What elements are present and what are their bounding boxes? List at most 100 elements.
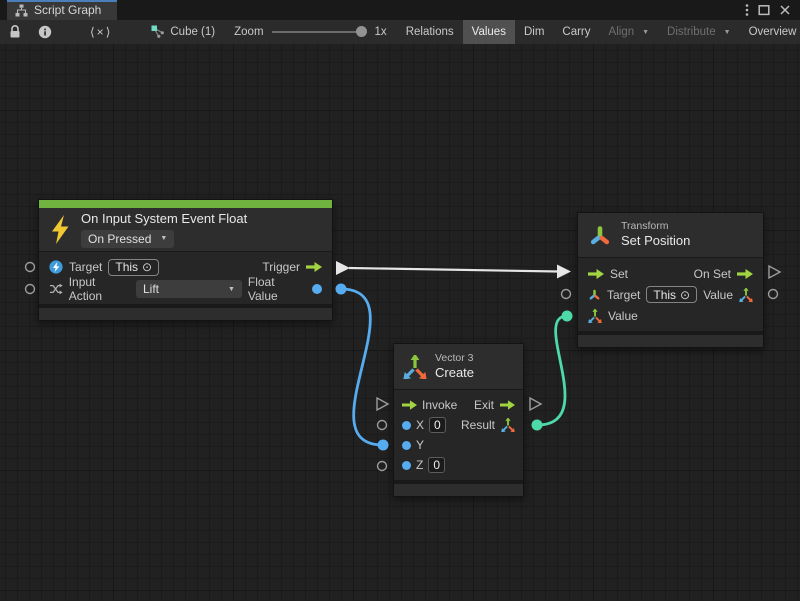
set-port-connected[interactable] (557, 265, 571, 279)
info-button[interactable] (30, 20, 60, 44)
script-graph-window: Script Graph (0, 0, 800, 601)
chevron-down-icon: ▼ (642, 29, 649, 36)
object-picker-icon: ⊙ (680, 288, 690, 302)
flow-arrow-icon (500, 400, 515, 410)
float-port-dot[interactable] (312, 284, 322, 294)
node-body: Set On Set Target (578, 258, 763, 331)
result-output-label: Result (461, 418, 495, 432)
overview-button[interactable]: Overview (740, 20, 800, 44)
invoke-port-empty[interactable] (377, 398, 388, 410)
window-controls (745, 0, 800, 20)
node-type-label: Vector 3 (435, 352, 474, 365)
overview-label: Overview (749, 26, 797, 38)
invoke-input-label: Invoke (422, 398, 457, 412)
node-transform-set-position[interactable]: Transform Set Position Set On Set (577, 212, 764, 348)
node-body: Target This ⊙ Trigger (39, 252, 332, 304)
lock-button[interactable] (0, 20, 30, 44)
y-port-dot[interactable] (402, 441, 411, 450)
node-header[interactable]: On Input System Event Float On Pressed ▼ (39, 208, 332, 252)
close-icon[interactable] (779, 4, 791, 16)
onset-output-label: On Set (694, 267, 731, 281)
event-mode-value: On Pressed (88, 232, 151, 247)
zoom-slider-track (272, 31, 367, 33)
target-port-empty[interactable] (26, 263, 35, 272)
distribute-button[interactable]: Distribute ▼ (658, 20, 740, 44)
relations-button[interactable]: Relations (397, 20, 463, 44)
graph-reference-button[interactable]: Cube (1) (142, 20, 224, 44)
value-in-port-connected[interactable] (562, 311, 573, 322)
onset-port-empty[interactable] (769, 266, 780, 278)
port-row-invoke-exit: Invoke Exit (394, 395, 523, 415)
graph-canvas[interactable]: On Input System Event Float On Pressed ▼… (0, 44, 800, 601)
x-port-empty[interactable] (378, 421, 387, 430)
carry-button[interactable]: Carry (553, 20, 599, 44)
zoom-slider-handle[interactable] (356, 26, 367, 37)
target-object-field[interactable]: This ⊙ (108, 259, 159, 276)
wire-trigger-to-set[interactable] (349, 268, 558, 272)
code-preview-button[interactable]: ⟨×⟩ (60, 20, 142, 44)
target-object-field[interactable]: This ⊙ (646, 286, 697, 303)
distribute-label: Distribute (667, 26, 716, 38)
target-object-value: This (653, 288, 676, 302)
port-row-z: Z 0 (394, 455, 523, 475)
trigger-port-connected[interactable] (336, 261, 350, 275)
node-title: On Input System Event Float (81, 211, 247, 227)
node-footer (394, 483, 523, 496)
port-row-x-result: X 0 Result (394, 415, 523, 435)
node-footer (578, 334, 763, 347)
script-graph-icon (15, 4, 28, 17)
vector3-mini-icon (739, 288, 753, 302)
port-row-y: Y (394, 435, 523, 455)
z-input-label: Z (416, 458, 423, 472)
tab-script-graph[interactable]: Script Graph (7, 0, 117, 20)
values-button[interactable]: Values (463, 20, 515, 44)
dim-label: Dim (524, 26, 544, 38)
float-value-output-label: Float Value (248, 275, 306, 303)
node-header[interactable]: Vector 3 Create (394, 344, 523, 390)
node-vector3-create[interactable]: Vector 3 Create Invoke Exit (393, 343, 524, 497)
inputaction-port-empty[interactable] (26, 285, 35, 294)
z-port-dot[interactable] (402, 461, 411, 470)
x-value-field[interactable]: 0 (429, 417, 446, 433)
target-object-value: This (115, 260, 138, 274)
transform-target-port-empty[interactable] (562, 290, 571, 299)
trigger-output-label: Trigger (262, 260, 300, 274)
graph-toolbar: ⟨×⟩ Cube (1) Zoom 1x Relations Values (0, 20, 800, 44)
vector3-icon (403, 355, 427, 379)
tab-bar: Script Graph (0, 0, 800, 20)
align-button[interactable]: Align ▼ (600, 20, 659, 44)
menu-icon[interactable] (745, 3, 749, 17)
floatvalue-port-connected[interactable] (336, 284, 347, 295)
flow-arrow-icon (306, 262, 322, 272)
code-icon: ⟨×⟩ (90, 25, 112, 39)
input-action-value: Lift (143, 282, 159, 296)
maximize-icon[interactable] (758, 4, 770, 16)
node-on-input-system-event-float[interactable]: On Input System Event Float On Pressed ▼… (38, 199, 333, 321)
event-mode-dropdown[interactable]: On Pressed ▼ (81, 230, 174, 248)
zoom-slider[interactable] (272, 26, 367, 38)
input-action-label: Input Action (69, 275, 130, 303)
value-out-port-empty[interactable] (769, 290, 778, 299)
wire-floatvalue-to-y[interactable] (341, 289, 383, 445)
exit-port-empty[interactable] (530, 398, 541, 410)
align-label: Align (609, 26, 635, 38)
exit-output-label: Exit (474, 398, 494, 412)
zoom-label: Zoom (234, 26, 263, 38)
lock-icon (7, 24, 23, 40)
y-port-connected[interactable] (378, 440, 389, 451)
chevron-down-icon: ▼ (724, 29, 731, 36)
result-port-connected[interactable] (532, 420, 543, 431)
port-row-target-value: Target This ⊙ Value (578, 284, 763, 305)
graph-node-icon (151, 25, 165, 39)
input-action-dropdown[interactable]: Lift ▼ (136, 280, 242, 298)
node-header[interactable]: Transform Set Position (578, 213, 763, 258)
value-input-label: Value (608, 309, 638, 323)
flow-arrow-icon (737, 269, 753, 279)
dim-button[interactable]: Dim (515, 20, 553, 44)
node-title: Create (435, 365, 474, 381)
z-port-empty[interactable] (378, 462, 387, 471)
z-value-field[interactable]: 0 (428, 457, 445, 473)
x-port-dot[interactable] (402, 421, 411, 430)
wire-result-to-value[interactable] (537, 316, 567, 425)
node-footer (39, 307, 332, 320)
